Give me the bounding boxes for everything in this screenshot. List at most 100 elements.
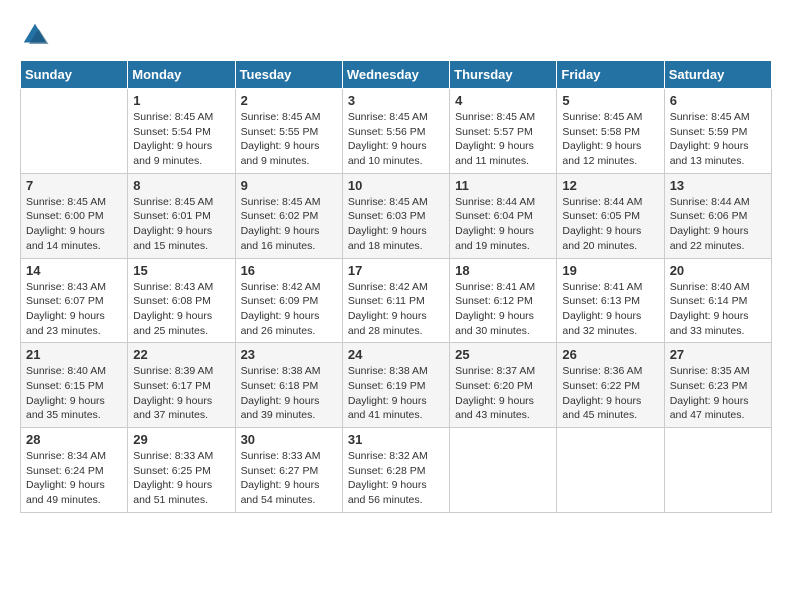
calendar-cell: 24 Sunrise: 8:38 AM Sunset: 6:19 PM Dayl…	[342, 343, 449, 428]
sunrise-text: Sunrise: 8:45 AM	[348, 111, 428, 123]
day-number: 10	[348, 178, 444, 193]
daylight-text: Daylight: 9 hours and 23 minutes.	[26, 310, 105, 337]
day-info: Sunrise: 8:45 AM Sunset: 5:56 PM Dayligh…	[348, 110, 444, 169]
sunrise-text: Sunrise: 8:41 AM	[562, 281, 642, 293]
day-number: 1	[133, 93, 229, 108]
calendar-cell: 3 Sunrise: 8:45 AM Sunset: 5:56 PM Dayli…	[342, 89, 449, 174]
day-of-week-wednesday: Wednesday	[342, 61, 449, 89]
calendar-cell: 8 Sunrise: 8:45 AM Sunset: 6:01 PM Dayli…	[128, 173, 235, 258]
daylight-text: Daylight: 9 hours and 22 minutes.	[670, 225, 749, 252]
daylight-text: Daylight: 9 hours and 25 minutes.	[133, 310, 212, 337]
day-info: Sunrise: 8:45 AM Sunset: 5:55 PM Dayligh…	[241, 110, 337, 169]
calendar-cell: 14 Sunrise: 8:43 AM Sunset: 6:07 PM Dayl…	[21, 258, 128, 343]
daylight-text: Daylight: 9 hours and 51 minutes.	[133, 479, 212, 506]
daylight-text: Daylight: 9 hours and 33 minutes.	[670, 310, 749, 337]
sunrise-text: Sunrise: 8:33 AM	[133, 450, 213, 462]
sunset-text: Sunset: 6:09 PM	[241, 295, 319, 307]
day-number: 3	[348, 93, 444, 108]
calendar-cell: 21 Sunrise: 8:40 AM Sunset: 6:15 PM Dayl…	[21, 343, 128, 428]
sunset-text: Sunset: 5:55 PM	[241, 126, 319, 138]
calendar-cell: 7 Sunrise: 8:45 AM Sunset: 6:00 PM Dayli…	[21, 173, 128, 258]
daylight-text: Daylight: 9 hours and 15 minutes.	[133, 225, 212, 252]
sunrise-text: Sunrise: 8:40 AM	[26, 365, 106, 377]
day-number: 17	[348, 263, 444, 278]
day-info: Sunrise: 8:42 AM Sunset: 6:11 PM Dayligh…	[348, 280, 444, 339]
sunrise-text: Sunrise: 8:45 AM	[241, 111, 321, 123]
calendar-cell	[557, 428, 664, 513]
calendar-cell: 17 Sunrise: 8:42 AM Sunset: 6:11 PM Dayl…	[342, 258, 449, 343]
sunrise-text: Sunrise: 8:45 AM	[26, 196, 106, 208]
calendar-week-row: 7 Sunrise: 8:45 AM Sunset: 6:00 PM Dayli…	[21, 173, 772, 258]
calendar-cell: 23 Sunrise: 8:38 AM Sunset: 6:18 PM Dayl…	[235, 343, 342, 428]
sunrise-text: Sunrise: 8:44 AM	[670, 196, 750, 208]
sunset-text: Sunset: 6:07 PM	[26, 295, 104, 307]
daylight-text: Daylight: 9 hours and 37 minutes.	[133, 395, 212, 422]
calendar-cell: 27 Sunrise: 8:35 AM Sunset: 6:23 PM Dayl…	[664, 343, 771, 428]
day-number: 4	[455, 93, 551, 108]
sunrise-text: Sunrise: 8:45 AM	[562, 111, 642, 123]
calendar-cell: 10 Sunrise: 8:45 AM Sunset: 6:03 PM Dayl…	[342, 173, 449, 258]
day-info: Sunrise: 8:38 AM Sunset: 6:18 PM Dayligh…	[241, 364, 337, 423]
calendar-cell: 30 Sunrise: 8:33 AM Sunset: 6:27 PM Dayl…	[235, 428, 342, 513]
sunrise-text: Sunrise: 8:34 AM	[26, 450, 106, 462]
day-info: Sunrise: 8:44 AM Sunset: 6:04 PM Dayligh…	[455, 195, 551, 254]
daylight-text: Daylight: 9 hours and 35 minutes.	[26, 395, 105, 422]
sunset-text: Sunset: 6:25 PM	[133, 465, 211, 477]
sunrise-text: Sunrise: 8:43 AM	[26, 281, 106, 293]
sunset-text: Sunset: 6:13 PM	[562, 295, 640, 307]
calendar-cell	[21, 89, 128, 174]
day-number: 22	[133, 347, 229, 362]
day-number: 18	[455, 263, 551, 278]
calendar-cell: 2 Sunrise: 8:45 AM Sunset: 5:55 PM Dayli…	[235, 89, 342, 174]
sunset-text: Sunset: 6:28 PM	[348, 465, 426, 477]
day-number: 20	[670, 263, 766, 278]
sunrise-text: Sunrise: 8:41 AM	[455, 281, 535, 293]
day-info: Sunrise: 8:45 AM Sunset: 5:59 PM Dayligh…	[670, 110, 766, 169]
sunset-text: Sunset: 6:12 PM	[455, 295, 533, 307]
sunrise-text: Sunrise: 8:38 AM	[348, 365, 428, 377]
sunrise-text: Sunrise: 8:35 AM	[670, 365, 750, 377]
daylight-text: Daylight: 9 hours and 9 minutes.	[241, 140, 320, 167]
day-number: 7	[26, 178, 122, 193]
day-number: 9	[241, 178, 337, 193]
calendar-cell	[450, 428, 557, 513]
day-number: 16	[241, 263, 337, 278]
sunset-text: Sunset: 6:27 PM	[241, 465, 319, 477]
daylight-text: Daylight: 9 hours and 45 minutes.	[562, 395, 641, 422]
day-number: 15	[133, 263, 229, 278]
day-number: 11	[455, 178, 551, 193]
daylight-text: Daylight: 9 hours and 12 minutes.	[562, 140, 641, 167]
calendar-cell: 28 Sunrise: 8:34 AM Sunset: 6:24 PM Dayl…	[21, 428, 128, 513]
sunset-text: Sunset: 6:20 PM	[455, 380, 533, 392]
day-info: Sunrise: 8:44 AM Sunset: 6:05 PM Dayligh…	[562, 195, 658, 254]
sunrise-text: Sunrise: 8:39 AM	[133, 365, 213, 377]
daylight-text: Daylight: 9 hours and 28 minutes.	[348, 310, 427, 337]
calendar-week-row: 21 Sunrise: 8:40 AM Sunset: 6:15 PM Dayl…	[21, 343, 772, 428]
daylight-text: Daylight: 9 hours and 32 minutes.	[562, 310, 641, 337]
daylight-text: Daylight: 9 hours and 56 minutes.	[348, 479, 427, 506]
day-number: 5	[562, 93, 658, 108]
day-number: 30	[241, 432, 337, 447]
calendar-cell	[664, 428, 771, 513]
day-number: 6	[670, 93, 766, 108]
sunrise-text: Sunrise: 8:42 AM	[348, 281, 428, 293]
calendar-table: SundayMondayTuesdayWednesdayThursdayFrid…	[20, 60, 772, 513]
day-info: Sunrise: 8:45 AM Sunset: 5:54 PM Dayligh…	[133, 110, 229, 169]
calendar-header-row: SundayMondayTuesdayWednesdayThursdayFrid…	[21, 61, 772, 89]
sunrise-text: Sunrise: 8:32 AM	[348, 450, 428, 462]
calendar-cell: 20 Sunrise: 8:40 AM Sunset: 6:14 PM Dayl…	[664, 258, 771, 343]
sunset-text: Sunset: 6:02 PM	[241, 210, 319, 222]
day-number: 21	[26, 347, 122, 362]
daylight-text: Daylight: 9 hours and 30 minutes.	[455, 310, 534, 337]
day-info: Sunrise: 8:34 AM Sunset: 6:24 PM Dayligh…	[26, 449, 122, 508]
sunset-text: Sunset: 6:04 PM	[455, 210, 533, 222]
daylight-text: Daylight: 9 hours and 47 minutes.	[670, 395, 749, 422]
daylight-text: Daylight: 9 hours and 26 minutes.	[241, 310, 320, 337]
sunset-text: Sunset: 6:08 PM	[133, 295, 211, 307]
calendar-cell: 15 Sunrise: 8:43 AM Sunset: 6:08 PM Dayl…	[128, 258, 235, 343]
day-info: Sunrise: 8:45 AM Sunset: 5:58 PM Dayligh…	[562, 110, 658, 169]
day-info: Sunrise: 8:40 AM Sunset: 6:14 PM Dayligh…	[670, 280, 766, 339]
daylight-text: Daylight: 9 hours and 43 minutes.	[455, 395, 534, 422]
sunrise-text: Sunrise: 8:37 AM	[455, 365, 535, 377]
sunset-text: Sunset: 6:03 PM	[348, 210, 426, 222]
